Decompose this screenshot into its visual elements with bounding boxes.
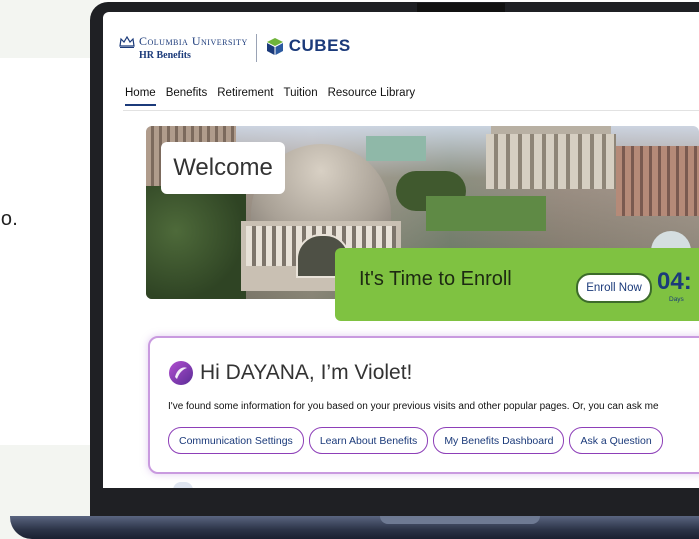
enroll-now-button[interactable]: Enroll Now xyxy=(576,273,652,303)
nav-divider xyxy=(123,110,699,111)
enroll-title: It's Time to Enroll xyxy=(359,268,512,290)
violet-actions: Communication Settings Learn About Benef… xyxy=(168,427,668,454)
laptop-hinge-notch xyxy=(380,516,540,524)
nav-tuition[interactable]: Tuition xyxy=(284,87,318,106)
countdown-days: 04: xyxy=(657,268,692,295)
enroll-banner: It's Time to Enroll Enroll Now 04: Days xyxy=(335,248,699,321)
university-subtitle: HR Benefits xyxy=(139,50,191,61)
violet-greeting: Hi DAYANA, I’m Violet! xyxy=(200,361,413,384)
violet-assistant-card: Hi DAYANA, I’m Violet! I've found some i… xyxy=(148,336,699,474)
hero-library xyxy=(486,134,616,189)
columbia-logo: Columbia University HR Benefits xyxy=(119,34,248,61)
crown-icon xyxy=(119,35,135,48)
cubes-logo: CUBES xyxy=(265,36,351,56)
welcome-label: Welcome xyxy=(161,142,285,194)
laptop-base xyxy=(10,516,699,539)
background-text: ogo. xyxy=(0,208,19,230)
learn-about-benefits-button[interactable]: Learn About Benefits xyxy=(308,427,429,454)
violet-header: Hi DAYANA, I’m Violet! xyxy=(168,360,412,386)
nav-resource-library[interactable]: Resource Library xyxy=(328,87,416,106)
hero-lawn xyxy=(426,196,546,231)
nav-benefits[interactable]: Benefits xyxy=(166,87,208,106)
main-nav: Home Benefits Retirement Tuition Resourc… xyxy=(125,87,425,106)
hero-building-right xyxy=(616,146,699,216)
laptop-bezel-bottom xyxy=(103,488,699,516)
hero-roof xyxy=(366,136,426,161)
communication-settings-button[interactable]: Communication Settings xyxy=(168,427,304,454)
hero-trees xyxy=(146,186,246,299)
laptop-screen: Columbia University HR Benefits CUBES Ho… xyxy=(103,12,699,488)
background-band-top xyxy=(0,0,100,58)
product-name: CUBES xyxy=(288,36,351,55)
logo-divider xyxy=(255,34,257,62)
cubes-icon xyxy=(266,38,283,55)
my-benefits-dashboard-button[interactable]: My Benefits Dashboard xyxy=(433,427,565,454)
background-panel: ogo. xyxy=(0,0,100,539)
university-name: Columbia University xyxy=(139,34,248,48)
violet-assistant-icon xyxy=(169,361,193,385)
site-logo[interactable]: Columbia University HR Benefits CUBES xyxy=(119,34,351,70)
nav-home[interactable]: Home xyxy=(125,87,156,106)
countdown-unit: Days xyxy=(669,296,684,303)
violet-message: I've found some information for you base… xyxy=(168,401,659,412)
nav-retirement[interactable]: Retirement xyxy=(217,87,273,106)
ask-a-question-button[interactable]: Ask a Question xyxy=(569,427,663,454)
